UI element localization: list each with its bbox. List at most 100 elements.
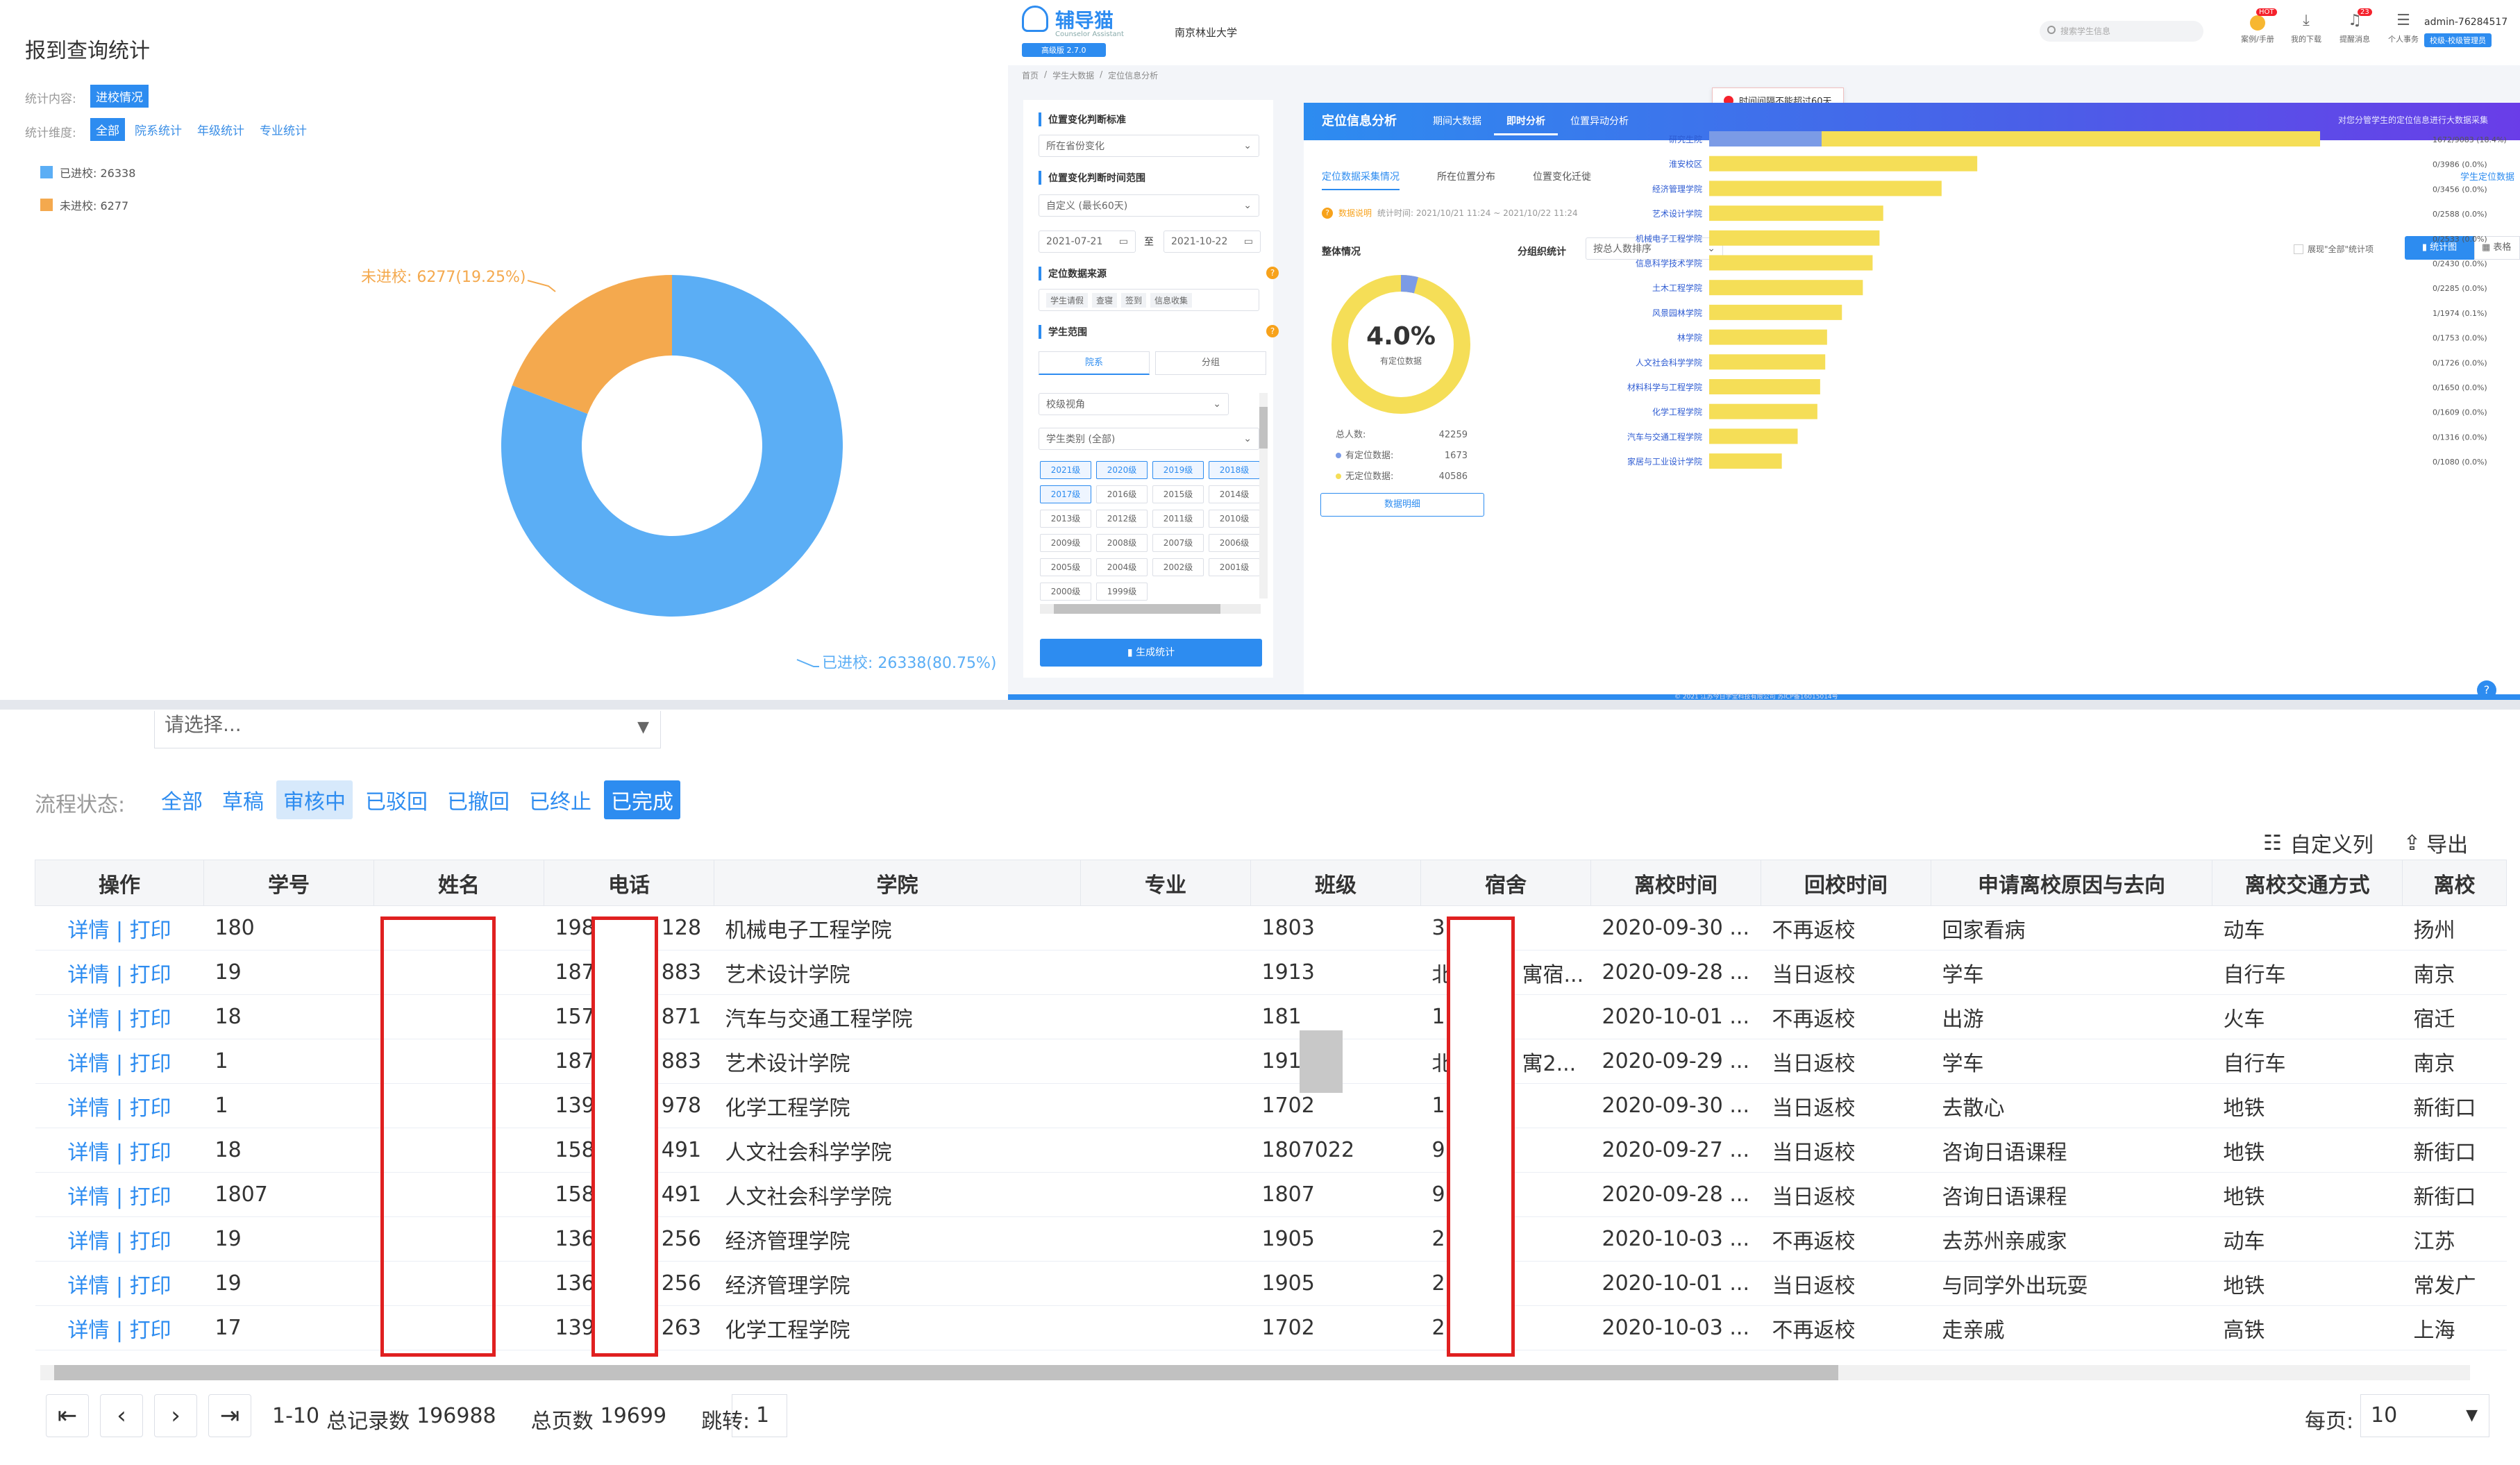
bar-without-data[interactable] [1709, 280, 1863, 296]
college-bar-chart: 研究生院 1672/9083 (18.4%) 淮安校区 0/3986 (0.0%) 经济… [1627, 131, 2507, 469]
cell-back: 不再返校 [1761, 905, 1931, 951]
scroll-thumb[interactable] [54, 1365, 1838, 1380]
prev-page-button[interactable]: ‹ [100, 1394, 143, 1437]
bar-without-data[interactable] [1709, 304, 1842, 320]
category-label: 信息科学技术学院 [1636, 258, 1702, 269]
location-panel: 辅导猫 Counselor Assistant 高级版 2.7.0 南京林业大学… [1008, 0, 2520, 700]
help-float-icon[interactable]: ? [2477, 680, 2496, 700]
bar-without-data[interactable] [1709, 354, 1826, 370]
data-label-not-entered: 未进校: 6277(19.25%) [361, 269, 526, 286]
export-button[interactable]: ⇪ 导出 [2403, 828, 2468, 858]
row-actions[interactable]: 详情 | 打印 [35, 905, 204, 951]
cell-cls: 1913 [1250, 950, 1421, 995]
bar-without-data[interactable] [1709, 255, 1873, 271]
bar-without-data[interactable] [1821, 131, 2320, 146]
cell-reason: 去散心 [1931, 1083, 2212, 1128]
col-header[interactable]: 专业 [1080, 860, 1251, 906]
row-actions[interactable]: 详情 | 打印 [35, 1172, 204, 1217]
cell-dest: 新街口 [2402, 1128, 2507, 1173]
table-header: 操作 学号 姓名 电话 学院 专业 班级 宿舍 离校时间 回校时间 申请离校原因… [35, 860, 2507, 906]
phone-suffix: 263 [661, 1316, 702, 1340]
flow-state-draft[interactable]: 草稿 [215, 780, 271, 819]
time-select[interactable]: 请选择... ▼ [154, 711, 661, 748]
cell-reason: 学车 [1931, 950, 2212, 995]
row-actions[interactable]: 详情 | 打印 [35, 1128, 204, 1173]
custom-columns-button[interactable]: ☷ 自定义列 [2263, 828, 2374, 858]
bar-without-data[interactable] [1709, 230, 1880, 246]
cell-reason: 回家看病 [1931, 905, 2212, 951]
col-header[interactable]: 班级 [1250, 860, 1421, 906]
dorm-prefix: 9 [1431, 1138, 1445, 1162]
bar-without-data[interactable] [1709, 428, 1798, 444]
bar-without-data[interactable] [1709, 156, 1978, 171]
phone-prefix: 158 [555, 1182, 595, 1207]
col-header[interactable]: 离校交通方式 [2212, 860, 2403, 906]
category-label: 土木工程学院 [1652, 283, 1702, 293]
dorm-suffix: 寓宿... [1522, 962, 1584, 987]
cell-reason: 咨询日语课程 [1931, 1172, 2212, 1217]
row-actions[interactable]: 详情 | 打印 [35, 1305, 204, 1350]
flow-state-reviewing[interactable]: 审核中 [276, 780, 353, 819]
cell-dest: 上海 [2402, 1305, 2507, 1350]
col-header[interactable]: 离校时间 [1590, 860, 1761, 906]
col-header[interactable]: 电话 [544, 860, 714, 906]
bar-without-data[interactable] [1709, 403, 1817, 419]
jump-input[interactable]: 1 [732, 1394, 787, 1437]
next-page-button[interactable]: › [154, 1394, 197, 1437]
phone-prefix: 158 [555, 1138, 595, 1162]
row-actions[interactable]: 详情 | 打印 [35, 994, 204, 1039]
data-label: 0/3986 (0.0%) [2433, 160, 2487, 169]
cell-traffic: 地铁 [2212, 1172, 2403, 1217]
col-header[interactable]: 离校 [2402, 860, 2507, 906]
cell-cls: 1905 [1250, 1216, 1421, 1262]
cell-reason: 出游 [1931, 994, 2212, 1039]
row-actions[interactable]: 详情 | 打印 [35, 1261, 204, 1306]
bar-without-data[interactable] [1709, 379, 1820, 394]
data-label-entered: 已进校: 26338(80.75%) [822, 655, 996, 672]
per-page-select[interactable]: 10 ▼ [2360, 1394, 2489, 1437]
flow-state-completed[interactable]: 已完成 [604, 780, 680, 819]
first-page-button[interactable]: ⇤ [46, 1394, 89, 1437]
row-actions[interactable]: 详情 | 打印 [35, 1039, 204, 1084]
bar-with-data[interactable] [1709, 131, 1822, 146]
donut-slice-not-entered[interactable] [512, 275, 672, 415]
cell-reason: 去苏州亲戚家 [1931, 1216, 2212, 1262]
last-page-button[interactable]: ⇥ [208, 1394, 251, 1437]
flow-state-withdrawn[interactable]: 已撤回 [440, 780, 516, 819]
bar-without-data[interactable] [1709, 329, 1827, 345]
data-label: 1672/9083 (18.4%) [2433, 135, 2507, 144]
cell-leave: 2020-09-30 ... [1590, 905, 1761, 951]
label-leader-not-entered [527, 280, 556, 292]
cell-dest: 南京 [2402, 1039, 2507, 1084]
col-header[interactable]: 学院 [714, 860, 1081, 906]
flow-state-rejected[interactable]: 已驳回 [358, 780, 435, 819]
bar-without-data[interactable] [1709, 453, 1782, 469]
table-hscrollbar[interactable] [40, 1365, 2470, 1380]
flow-state-all[interactable]: 全部 [154, 780, 210, 819]
cell-reason: 咨询日语课程 [1931, 1128, 2212, 1173]
data-label: 0/1650 (0.0%) [2433, 383, 2487, 392]
cell-empty [1080, 1039, 1251, 1084]
category-label: 风景园林学院 [1652, 308, 1702, 318]
row-actions[interactable]: 详情 | 打印 [35, 1083, 204, 1128]
bar-without-data[interactable] [1709, 181, 1942, 196]
phone-prefix: 136 [555, 1271, 595, 1296]
col-header[interactable]: 回校时间 [1761, 860, 1931, 906]
dorm-suffix: 寓2... [1522, 1051, 1577, 1076]
category-label: 材料科学与工程学院 [1627, 382, 1702, 392]
flow-state-terminated[interactable]: 已终止 [522, 780, 598, 819]
col-header[interactable]: 申请离校原因与去向 [1931, 860, 2212, 906]
col-header[interactable]: 姓名 [373, 860, 544, 906]
bar-without-data[interactable] [1709, 206, 1883, 221]
col-header[interactable]: 学号 [203, 860, 374, 906]
cell-traffic: 地铁 [2212, 1128, 2403, 1173]
category-label: 林学院 [1677, 333, 1702, 343]
col-header[interactable]: 宿舍 [1420, 860, 1591, 906]
row-actions[interactable]: 详情 | 打印 [35, 950, 204, 995]
phone-suffix: 883 [661, 1049, 702, 1073]
phone-prefix: 157 [555, 1005, 595, 1029]
phone-prefix: 198 [555, 916, 595, 940]
cell-sid: 1 [203, 1039, 374, 1084]
cell-dest: 新街口 [2402, 1172, 2507, 1217]
row-actions[interactable]: 详情 | 打印 [35, 1216, 204, 1262]
